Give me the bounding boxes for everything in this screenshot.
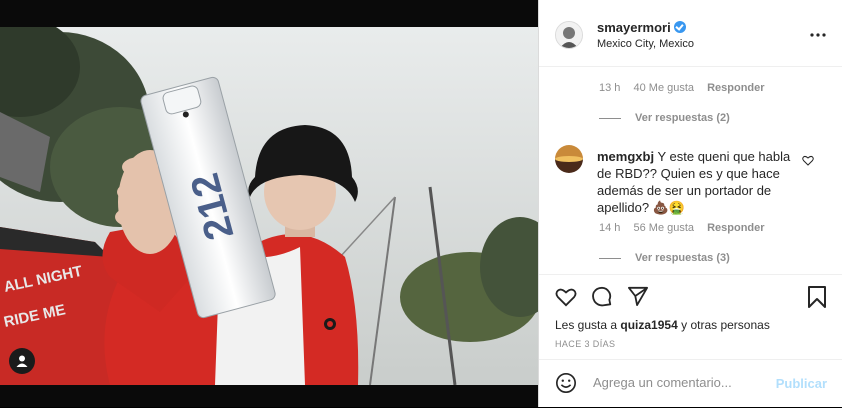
more-options-button[interactable] xyxy=(810,24,826,42)
first-comment-likes[interactable]: 40 Me gusta xyxy=(633,82,694,94)
post-photo-illustration: ALL NIGHT RIDE ME 212 xyxy=(0,27,538,385)
first-comment-time[interactable]: 13 h xyxy=(599,82,620,94)
post-header: smayermori Mexico City, Mexico xyxy=(539,0,842,67)
save-button[interactable] xyxy=(807,286,827,313)
likes-summary: Les gusta a quiza1954 y otras personas xyxy=(555,318,770,332)
add-comment-bar: Publicar xyxy=(539,359,842,408)
post-media-pane: ALL NIGHT RIDE ME 212 xyxy=(0,0,538,407)
post-location[interactable]: Mexico City, Mexico xyxy=(597,38,694,50)
author-username-text[interactable]: smayermori xyxy=(597,20,671,35)
author-username[interactable]: smayermori xyxy=(597,20,686,35)
comment-likes[interactable]: 56 Me gusta xyxy=(633,222,694,234)
tagged-users-button[interactable] xyxy=(9,348,35,374)
bookmark-icon xyxy=(808,286,826,308)
post-actions: Les gusta a quiza1954 y otras personas H… xyxy=(539,274,842,360)
post-sidebar: smayermori Mexico City, Mexico 13 h 40 M… xyxy=(538,0,842,407)
comment-time[interactable]: 14 h xyxy=(599,222,620,234)
comment-meta: 14 h 56 Me gusta Responder xyxy=(599,222,775,234)
likes-user-link[interactable]: quiza1954 xyxy=(620,318,677,332)
comment-view-replies-button[interactable]: Ver respuestas (3) xyxy=(599,252,730,264)
first-comment-reply-button[interactable]: Responder xyxy=(707,82,764,94)
publish-button[interactable]: Publicar xyxy=(776,376,827,391)
first-comment-meta: 13 h 40 Me gusta Responder xyxy=(599,82,775,94)
paper-plane-icon xyxy=(628,286,648,306)
comment-input[interactable] xyxy=(591,374,775,391)
comment-bubble-icon xyxy=(592,286,612,307)
comment-button[interactable] xyxy=(591,286,613,313)
heart-outline-icon xyxy=(802,155,814,166)
emoji-button[interactable] xyxy=(555,372,577,399)
author-avatar-image xyxy=(556,22,582,48)
verified-badge-icon xyxy=(673,21,686,33)
more-horizontal-icon xyxy=(810,33,826,37)
commenter-avatar[interactable] xyxy=(555,145,583,173)
likes-prefix: Les gusta a xyxy=(555,318,618,332)
comment-reply-button[interactable]: Responder xyxy=(707,222,764,234)
commenter-avatar-image xyxy=(555,145,583,173)
post-photo[interactable]: ALL NIGHT RIDE ME 212 xyxy=(0,27,538,385)
likes-suffix[interactable]: y otras personas xyxy=(681,318,770,332)
comment-body: memgxbj Y este queni que habla de RBD?? … xyxy=(597,148,797,216)
user-icon xyxy=(16,355,28,367)
share-button[interactable] xyxy=(627,286,649,311)
commenter-username[interactable]: memgxbj xyxy=(597,149,654,164)
like-comment-button[interactable] xyxy=(802,153,814,171)
first-view-replies-button[interactable]: Ver respuestas (2) xyxy=(599,112,730,124)
emoji-smile-icon xyxy=(556,373,576,393)
like-button[interactable] xyxy=(555,287,577,312)
post-date[interactable]: HACE 3 DÍAS xyxy=(555,339,615,349)
author-avatar[interactable] xyxy=(555,21,583,49)
heart-icon xyxy=(555,288,577,307)
